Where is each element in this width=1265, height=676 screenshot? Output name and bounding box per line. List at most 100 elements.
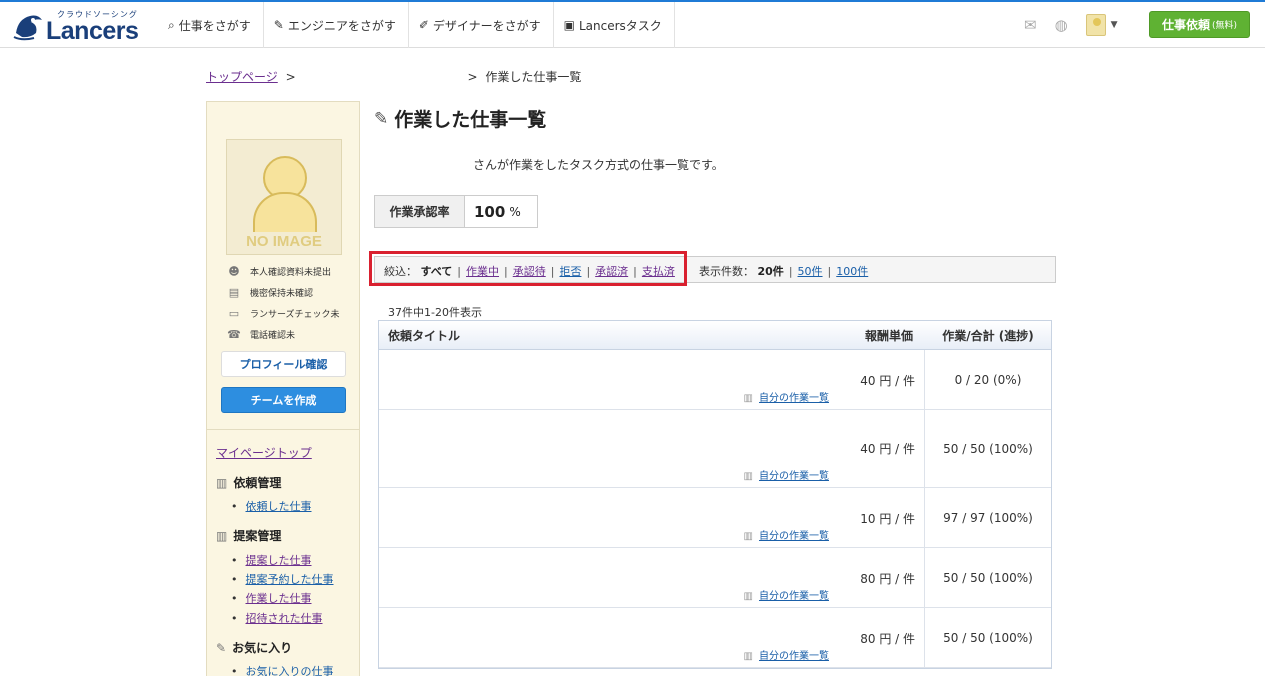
sidebar-item-proposed-jobs[interactable]: 提案した仕事 [231,552,312,568]
mail-icon[interactable]: ✉ [1024,16,1037,34]
page-title: ✎ 作業した仕事一覧 [374,105,546,132]
nav-find-jobs-label: 仕事をさがす [178,18,251,33]
nav-find-engineers[interactable]: ✎ エンジニアをさがす [264,2,409,48]
nav-find-engineers-label: エンジニアをさがす [287,18,396,33]
my-work-link[interactable]: ▥ 自分の作業一覧 [744,527,829,542]
person-icon: ☻ [228,265,240,278]
sidebar-divider [207,429,359,430]
row-price: 40 円 / 件 [860,442,915,456]
sidebar-item-requested-jobs[interactable]: 依頼した仕事 [231,498,312,514]
row-progress: 50 / 50 (100%) [943,570,1033,585]
my-work-link-text[interactable]: 自分の作業一覧 [759,393,829,404]
per-page-50[interactable]: 50件 [798,265,823,278]
table-row: ▥ 自分の作業一覧 80 円 / 件 50 / 50 (100%) [379,548,1051,608]
page-title-text: 作業した仕事一覧 [394,109,547,131]
nav-find-designers-label: デザイナーをさがす [432,18,541,33]
profile-avatar: NO IMAGE [226,139,342,255]
verification-nda: ▤ 機密保持未確認 [227,286,313,299]
my-work-link-text[interactable]: 自分の作業一覧 [759,471,829,482]
section-requests-title: 依頼管理 [233,476,282,490]
table-row: ▥ 自分の作業一覧 10 円 / 件 97 / 97 (100%) [379,488,1051,548]
my-work-link[interactable]: ▥ 自分の作業一覧 [744,389,829,404]
tag-icon: ✎ [216,640,227,655]
table-header: 依頼タイトル 報酬単価 作業/合計 (進捗) [379,321,1051,350]
approval-rate-value: 100 % [465,196,537,227]
section-favorites-heading: ✎ お気に入り [216,639,292,656]
verification-lancers-check: ▭ ランサーズチェック未 [227,307,340,320]
my-work-link-text[interactable]: 自分の作業一覧 [759,531,829,542]
sidebar-item-favorite-jobs[interactable]: お気に入りの仕事 [231,663,334,676]
approval-rate-box: 作業承認率 100 % [374,195,538,228]
row-price-cell: 10 円 / 件 [835,488,925,547]
sidebar-item-invited-jobs[interactable]: 招待された仕事 [231,610,323,626]
search-icon: ⌕ [168,17,175,32]
table-row: ▥ 自分の作業一覧 80 円 / 件 50 / 50 (100%) [379,608,1051,668]
id-card-icon: ▭ [228,307,240,320]
sidebar-item-worked-jobs[interactable]: 作業した仕事 [231,590,312,606]
per-page-separator: | [827,265,832,278]
globe-icon[interactable]: ◍ [1055,16,1068,34]
my-work-link-text[interactable]: 自分の作業一覧 [759,591,829,602]
row-price-cell: 80 円 / 件 [835,548,925,607]
logo-word: Lancers [46,17,139,45]
document-icon: ▥ [743,651,753,662]
nav-find-designers[interactable]: ✐ デザイナーをさがす [409,2,554,48]
mypage-top-link[interactable]: マイページトップ [216,444,312,461]
document-icon: ▥ [743,531,753,542]
per-page-20[interactable]: 20件 [758,265,784,278]
magnifier-pen-icon: ✎ [374,108,389,129]
profile-check-button[interactable]: プロフィール確認 [221,351,346,377]
avatar-body-shape [253,192,317,232]
verification-phone-label: 電話確認未 [250,331,296,341]
my-work-link[interactable]: ▥ 自分の作業一覧 [744,467,829,482]
per-page-100[interactable]: 100件 [836,265,868,278]
nav-lancers-task[interactable]: ▣ Lancersタスク [554,2,675,48]
row-progress: 97 / 97 (100%) [943,510,1033,525]
chevron-down-icon[interactable]: ▼ [1111,20,1118,30]
request-job-sub: (無料) [1211,21,1238,31]
approval-rate-unit: % [509,204,521,219]
document-icon: ▥ [743,471,753,482]
section-proposals-heading: ▥ 提案管理 [216,527,281,544]
header-progress: 作業/合計 (進捗) [942,328,1034,343]
row-title-cell[interactable]: ▥ 自分の作業一覧 [379,410,835,487]
verification-phone: ☎ 電話確認未 [227,328,295,341]
verification-identity-label: 本人確認資料未提出 [250,268,332,278]
row-title-cell[interactable]: ▥ 自分の作業一覧 [379,548,835,607]
row-title-cell[interactable]: ▥ 自分の作業一覧 [379,488,835,547]
row-title-cell[interactable]: ▥ 自分の作業一覧 [379,608,835,667]
document-icon: ▤ [228,286,240,299]
table-row: ▥ 自分の作業一覧 40 円 / 件 0 / 20 (0%) [379,350,1051,410]
sidebar-item-reserved-proposals[interactable]: 提案予約した仕事 [231,571,334,587]
approval-rate-label: 作業承認率 [375,196,465,227]
document-icon: ▥ [743,393,753,404]
breadcrumb-current: 作業した仕事一覧 [485,70,582,84]
breadcrumb-top-link[interactable]: トップページ [206,70,278,84]
breadcrumb: トップページ > > 作業した仕事一覧 [206,68,581,85]
section-requests-heading: ▥ 依頼管理 [216,474,281,491]
my-work-link[interactable]: ▥ 自分の作業一覧 [744,587,829,602]
create-team-button[interactable]: チームを作成 [221,387,346,413]
nav-find-jobs[interactable]: ⌕ 仕事をさがす [158,2,264,48]
lancers-logo[interactable]: クラウドソーシング Lancers [12,8,142,45]
result-count: 37件中1-20件表示 [388,306,482,319]
my-work-link-text[interactable]: 自分の作業一覧 [759,651,829,662]
my-work-link[interactable]: ▥ 自分の作業一覧 [744,647,829,662]
verification-lancers-check-label: ランサーズチェック未 [250,310,340,320]
verification-nda-label: 機密保持未確認 [250,289,314,299]
breadcrumb-separator: > [285,70,296,84]
row-progress: 50 / 50 (100%) [943,441,1033,456]
row-price-cell: 40 円 / 件 [835,350,925,409]
worked-jobs-table: 依頼タイトル 報酬単価 作業/合計 (進捗) ▥ 自分の作業一覧 40 円 / 件… [378,320,1052,669]
row-title-cell[interactable]: ▥ 自分の作業一覧 [379,350,835,409]
breadcrumb-separator: > [467,70,478,84]
section-favorites-title: お気に入り [232,641,293,655]
main-nav: ⌕ 仕事をさがす ✎ エンジニアをさがす ✐ デザイナーをさがす ▣ Lance… [158,2,675,48]
request-job-button[interactable]: 仕事依頼 (無料) [1149,11,1250,38]
task-box-icon: ▣ [563,18,575,32]
user-avatar-icon[interactable] [1085,14,1106,36]
header-icons: ✉ ◍ ▼ [1024,14,1118,36]
per-page-label: 表示件数： [699,265,754,278]
sidebar: NO IMAGE ☻ 本人確認資料未提出 ▤ 機密保持未確認 ▭ ランサーズチェ… [206,101,360,676]
engineer-icon: ✎ [273,18,284,32]
